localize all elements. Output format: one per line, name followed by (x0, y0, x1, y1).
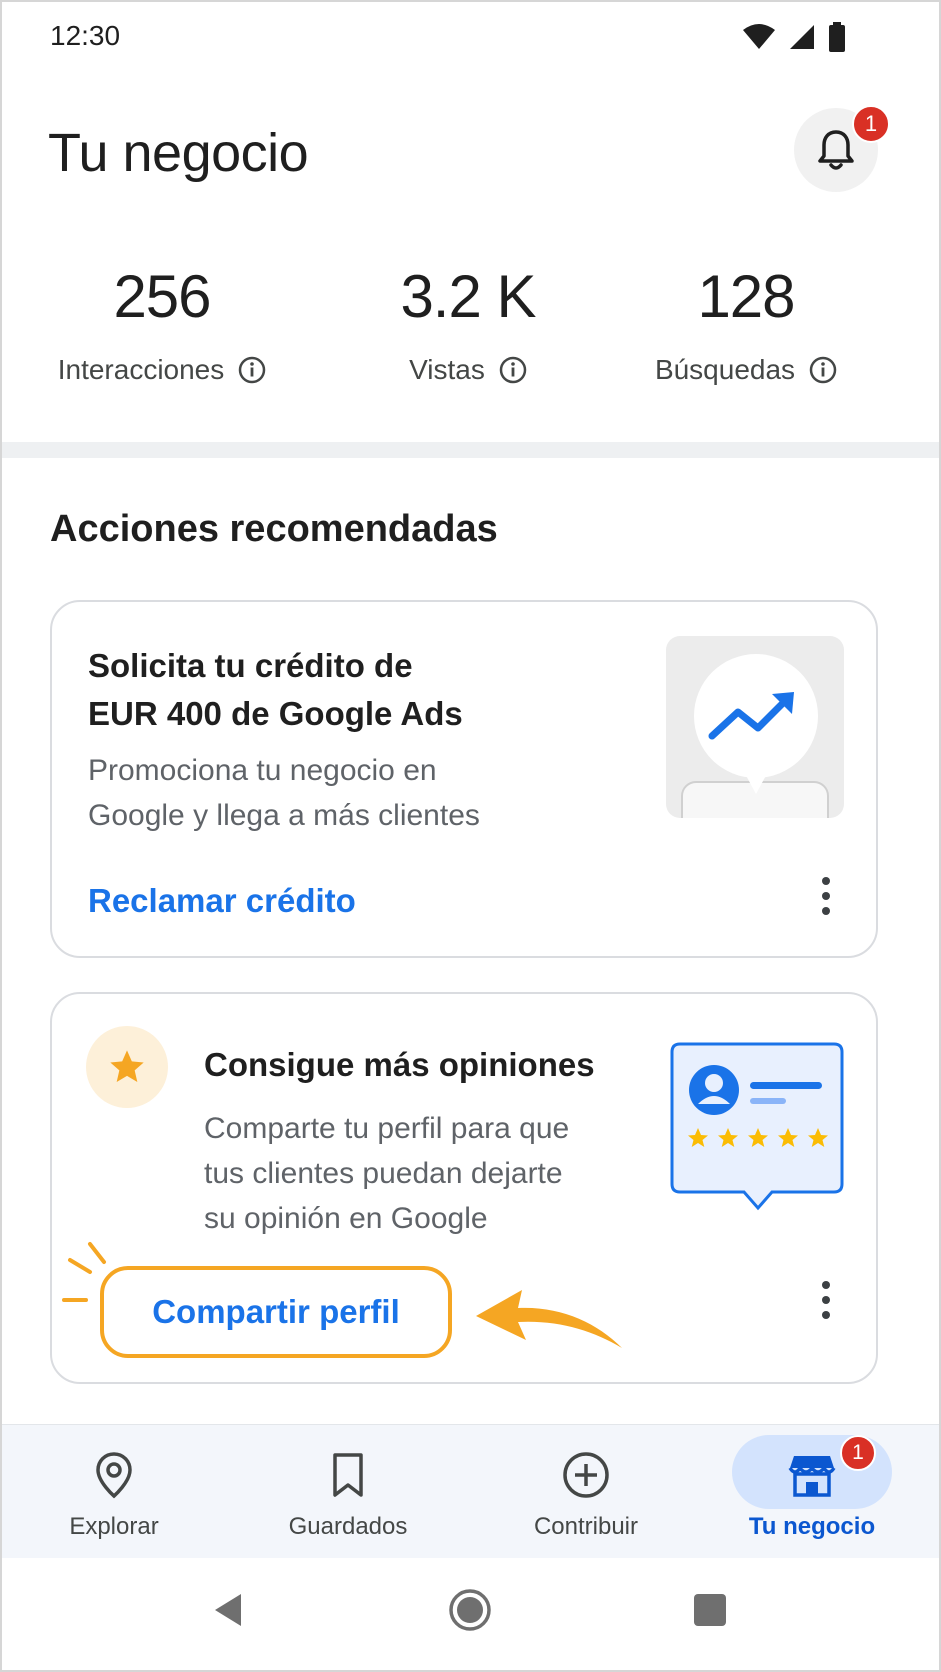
card-title-line: EUR 400 de Google Ads (88, 695, 463, 732)
stat-label: Búsquedas (654, 354, 796, 385)
card-description-line: Google y llega a más clientes (88, 799, 480, 832)
pointer-arrow-icon (476, 1290, 622, 1348)
card-title: Solicita tu crédito de EUR 400 de Google… (88, 642, 608, 738)
add-circle-icon (556, 1445, 616, 1505)
stat-value: 128 (697, 263, 795, 330)
bottom-navigation: Explorar Guardados Contribuir 1 Tu negoc… (2, 1424, 939, 1558)
dot (822, 1311, 830, 1319)
location-pin-icon (84, 1445, 144, 1505)
stat-label-row: Interacciones (12, 354, 312, 386)
card-description: Promociona tu negocio en Google y llega … (88, 748, 608, 838)
section-title: Acciones recomendadas (50, 508, 498, 550)
storefront-icon (782, 1445, 842, 1505)
bookmark-icon (318, 1445, 378, 1505)
dot (822, 1296, 830, 1304)
recents-button[interactable] (680, 1580, 740, 1640)
section-divider (2, 442, 939, 458)
info-icon[interactable] (809, 356, 837, 384)
notification-badge: 1 (852, 105, 890, 143)
back-button[interactable] (198, 1580, 258, 1640)
dot (822, 892, 830, 900)
nav-item-contribuir[interactable]: Contribuir (476, 1425, 696, 1559)
dot (822, 907, 830, 915)
share-profile-button[interactable]: Compartir perfil (100, 1266, 452, 1358)
star-icon (110, 1050, 144, 1082)
nav-item-tu-negocio[interactable]: 1 Tu negocio (702, 1425, 922, 1559)
ads-credit-card: Solicita tu crédito de EUR 400 de Google… (50, 600, 878, 958)
stat-searches: 128 Búsquedas (596, 262, 896, 386)
nav-label: Tu negocio (748, 1513, 876, 1540)
nav-label: Explorar (69, 1513, 159, 1540)
card-description-line: tus clientes puedan dejarte (204, 1157, 563, 1190)
trend-chart-illustration (681, 654, 829, 818)
reviews-card: Consigue más opiniones Comparte tu perfi… (50, 992, 878, 1384)
stat-label: Vistas (409, 354, 485, 385)
wifi-icon (743, 24, 775, 49)
nav-badge: 1 (840, 1435, 876, 1471)
card-title: Consigue más opiniones (204, 1046, 595, 1083)
more-options-button[interactable] (804, 866, 848, 926)
cellular-signal-icon (790, 25, 814, 49)
dot (822, 1281, 830, 1289)
back-triangle-icon (215, 1594, 241, 1626)
review-bubble-illustration (670, 1042, 844, 1211)
dot (822, 877, 830, 885)
status-time: 12:30 (50, 20, 121, 51)
stat-views: 3.2 K Vistas (318, 262, 618, 386)
card-description-line: su opinión en Google (204, 1202, 488, 1235)
stat-label-row: Búsquedas (596, 354, 896, 386)
card-description: Comparte tu perfil para que tus clientes… (204, 1106, 624, 1241)
status-bar: 12:30 (0, 0, 941, 80)
claim-credit-link[interactable]: Reclamar crédito (88, 882, 356, 920)
nav-item-explorar[interactable]: Explorar (4, 1425, 224, 1559)
stat-value: 256 (113, 263, 211, 330)
review-illustration (668, 1042, 848, 1222)
home-circle-icon (449, 1589, 491, 1631)
home-button[interactable] (440, 1580, 500, 1640)
recents-square-icon (694, 1594, 726, 1626)
info-icon[interactable] (499, 356, 527, 384)
battery-icon (829, 22, 845, 52)
ads-illustration (666, 636, 844, 818)
card-description-line: Promociona tu negocio en (88, 754, 437, 787)
stat-interactions: 256 Interacciones (12, 262, 312, 386)
stat-value: 3.2 K (400, 263, 536, 330)
bell-icon (818, 130, 854, 170)
star-badge (86, 1026, 168, 1108)
card-description-line: Comparte tu perfil para que (204, 1112, 570, 1145)
nav-item-guardados[interactable]: Guardados (238, 1425, 458, 1559)
stat-label: Interacciones (57, 354, 225, 385)
card-title-line: Solicita tu crédito de (88, 647, 413, 684)
status-icons (742, 22, 846, 52)
system-navigation-bar (2, 1558, 939, 1670)
page-title: Tu negocio (48, 123, 309, 183)
nav-label: Contribuir (533, 1513, 639, 1540)
more-options-button[interactable] (804, 1270, 848, 1330)
info-icon[interactable] (238, 356, 266, 384)
stat-label-row: Vistas (318, 354, 618, 386)
nav-label: Guardados (288, 1513, 408, 1540)
